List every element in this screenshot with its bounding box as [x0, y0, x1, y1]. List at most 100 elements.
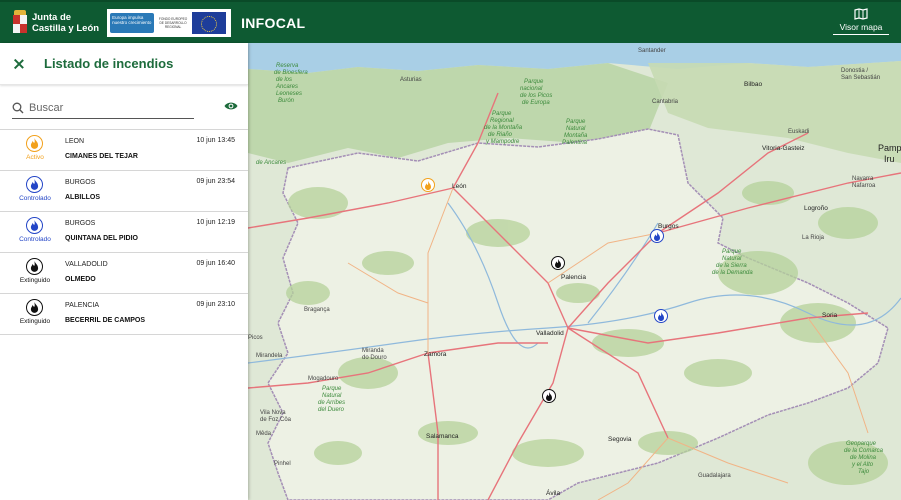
eu-funding-banner: Europa impulsa nuestro crecimiento FONDO… [107, 8, 232, 37]
search-icon [12, 102, 24, 113]
map-label-bilbao: Bilbao [744, 81, 763, 88]
visor-mapa-button[interactable]: Visor mapa [833, 8, 889, 35]
park-label-1b: nacional [520, 86, 543, 92]
search-row [0, 85, 248, 129]
map-label-euskadi: Euskadi [788, 129, 810, 135]
map-label-iru: Iru [884, 154, 895, 164]
status-fire-icon [26, 135, 43, 152]
logo-line-1: Junta de [32, 11, 72, 23]
park-label-7a: Reserva [276, 63, 299, 69]
fire-marker-olmedo[interactable] [542, 389, 556, 403]
map-label-logrono: Logroño [804, 205, 828, 212]
park-label-8: de Ancares [256, 160, 287, 166]
map-label-miranda: Miranda [362, 348, 384, 354]
park-label-6d: y el Alto [852, 462, 874, 468]
panel-header: Listado de incendios [0, 43, 248, 85]
map-label-donostia: Donostia / [841, 68, 869, 74]
list-item[interactable]: Controlado BURGOS 09 jun 23:54 ALBILLOS [0, 171, 248, 212]
map-label-san-sebastian: San Sebastián [841, 75, 881, 81]
province-label: BURGOS [65, 220, 96, 227]
list-item[interactable]: Extinguido VALLADOLID 09 jun 16:40 OLMED… [0, 253, 248, 294]
province-label: BURGOS [65, 179, 96, 186]
status-label: Activo [26, 154, 44, 161]
park-label-3b: Natural [566, 126, 586, 132]
park-label-5c: de la Sierra [716, 263, 747, 269]
place-label: CIMANES DEL TEJAR [65, 153, 138, 160]
place-label: BECERRIL DE CAMPOS [65, 317, 145, 324]
map-label-soria: Soria [822, 312, 838, 319]
park-label-7d: Ancares [276, 84, 299, 90]
visor-mapa-label: Visor mapa [839, 22, 883, 32]
map-label-mogadouro: Mogadouro [308, 376, 339, 382]
status-label: Extinguido [19, 318, 51, 325]
province-label: LEON [65, 138, 85, 145]
list-item[interactable]: Activo LEON 10 jun 13:45 CIMANES DEL TEJ… [0, 130, 248, 171]
province-label: VALLADOLID [65, 261, 108, 268]
map-label-picos: Picos [248, 335, 263, 341]
map-label-salamanca: Salamanca [426, 433, 459, 440]
list-item[interactable]: Extinguido PALENCIA 09 jun 23:10 BECERRI… [0, 294, 248, 335]
status-fire-icon [26, 176, 43, 193]
date-label: 09 jun 16:40 [196, 260, 235, 267]
status-label: Extinguido [19, 277, 51, 284]
map-label-navarra: Navarra [852, 176, 874, 182]
park-label-7b: de Bioesfera [274, 70, 308, 76]
place-label: ALBILLOS [65, 194, 100, 201]
map-label-zamora: Zamora [424, 351, 447, 358]
fire-marker-cimanes[interactable] [421, 178, 435, 192]
map-label-avila: Ávila [546, 490, 561, 497]
park-label-3d: Palentina [562, 140, 588, 146]
date-label: 10 jun 13:45 [196, 137, 235, 144]
map-view[interactable]: Santander Bilbao Donostia / San Sebastiá… [248, 43, 901, 500]
date-label: 10 jun 12:19 [196, 219, 235, 226]
map-label-asturias: Asturias [400, 77, 422, 83]
park-label-3a: Parque [566, 119, 586, 125]
jcyl-logo[interactable]: Junta de Castilla y León [12, 7, 99, 39]
park-label-7c: de los [276, 77, 293, 83]
status-fire-icon [26, 299, 43, 316]
park-label-3c: Montaña [564, 133, 588, 139]
park-label-1c: de los Picos [520, 93, 553, 99]
eye-icon[interactable] [224, 101, 238, 111]
map-label-la-rioja: La Rioja [802, 235, 825, 241]
map-label-burgos: Burgos [658, 223, 679, 230]
map-label-vila-nova: Vila Nova [260, 410, 286, 416]
map-label-meda: Mêda [256, 431, 272, 437]
park-label-1d: de Europa [522, 100, 550, 106]
crest-icon [12, 9, 28, 36]
park-label-2c: de la Montaña [484, 125, 523, 131]
map-label-foz-coa: de Foz Côa [260, 417, 292, 423]
map-label-pamp: Pamp [878, 143, 901, 153]
list-item[interactable]: Controlado BURGOS 10 jun 12:19 QUINTANA … [0, 212, 248, 253]
status-fire-icon [26, 258, 43, 275]
fire-marker-becerril[interactable] [551, 256, 565, 270]
map-label-palencia: Palencia [561, 274, 586, 281]
map-label-nafarroa: Nafarroa [852, 183, 876, 189]
park-label-1a: Parque [524, 79, 544, 85]
park-label-4a: Parque [322, 386, 342, 392]
map-label-segovia: Segovia [608, 436, 632, 443]
close-panel-button[interactable] [12, 57, 26, 71]
park-label-4b: Natural [322, 393, 342, 399]
map-label-pinhel: Pinhel [274, 461, 291, 467]
map-label-santander: Santander [638, 48, 666, 54]
fire-icon [425, 180, 431, 190]
park-label-5a: Parque [722, 249, 742, 255]
park-label-5b: Natural [722, 256, 742, 262]
park-label-2a: Parque [492, 111, 512, 117]
map-label-cantabria: Cantabria [652, 99, 679, 105]
map-canvas [248, 43, 901, 500]
date-label: 09 jun 23:54 [196, 178, 235, 185]
search-box [12, 97, 194, 119]
eu-flag-icon [192, 11, 227, 34]
fire-marker-albillos[interactable] [650, 229, 664, 243]
fire-list: Activo LEON 10 jun 13:45 CIMANES DEL TEJ… [0, 129, 248, 335]
status-label: Controlado [19, 195, 51, 202]
date-label: 09 jun 23:10 [196, 301, 235, 308]
search-input[interactable] [29, 101, 189, 114]
fire-icon [654, 231, 660, 241]
map-label-do-douro: do Douro [362, 355, 387, 361]
map-label-valladolid: Valladolid [536, 330, 564, 337]
park-label-6a: Geoparque [846, 441, 877, 447]
fire-marker-quintana[interactable] [654, 309, 668, 323]
